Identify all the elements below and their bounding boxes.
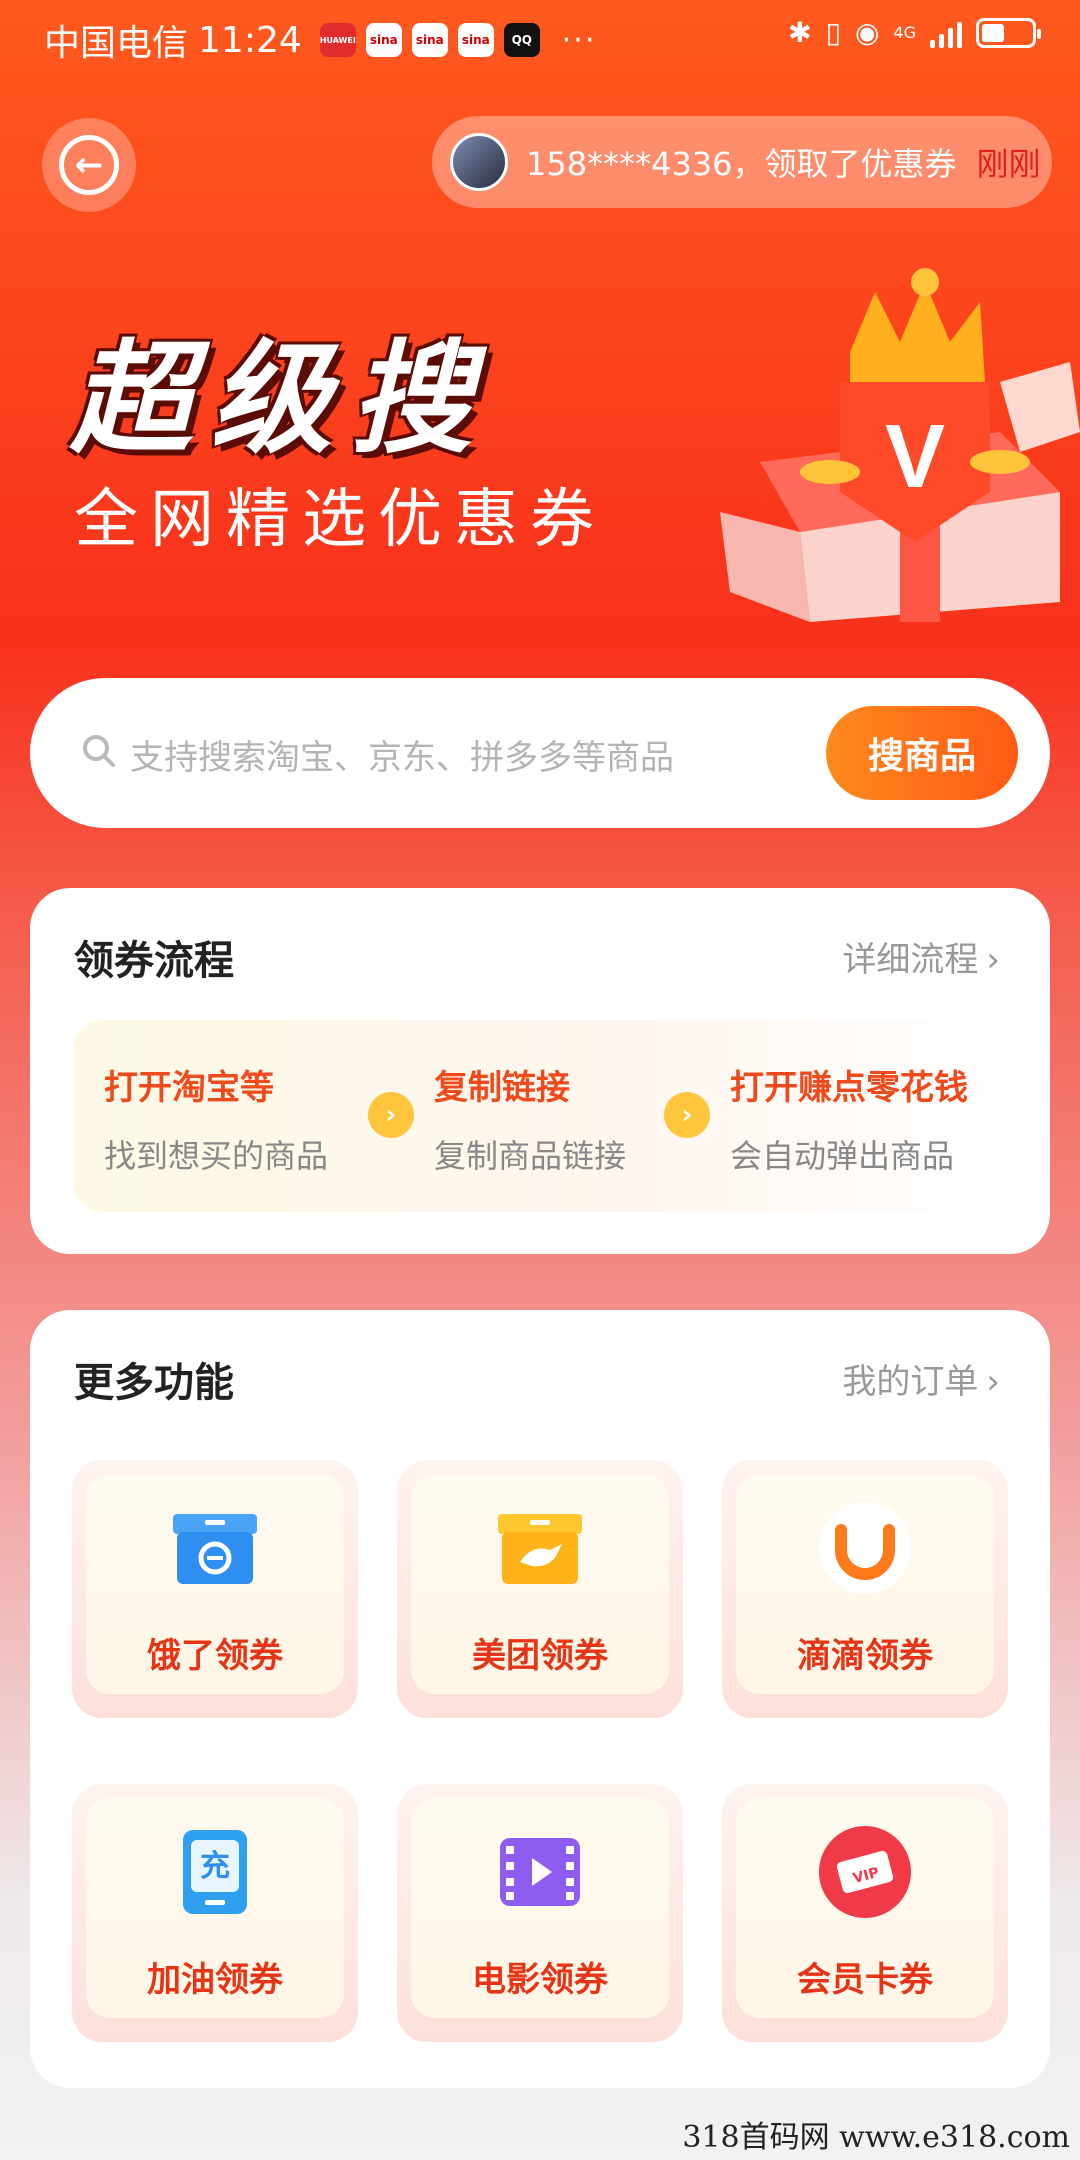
coupon-notice-banner: 158****4336，领取了优惠券 刚刚 bbox=[432, 116, 1052, 208]
chevron-right-icon: › bbox=[986, 940, 1000, 980]
search-bar: 支持搜索淘宝、京东、拼多多等商品 搜商品 bbox=[30, 678, 1050, 828]
feature-label: 饿了领券 bbox=[147, 1636, 283, 1676]
feature-label: 电影领券 bbox=[472, 1960, 608, 2000]
feature-movie-coupon[interactable]: 电影领券 bbox=[397, 1784, 683, 2042]
flow-step-title: 打开淘宝等 bbox=[104, 1068, 274, 1108]
flow-step-desc: 找到想买的商品 bbox=[104, 1137, 329, 1175]
arrow-right-icon: › bbox=[664, 1092, 710, 1138]
flow-step-desc: 会自动弹出商品 bbox=[730, 1137, 955, 1175]
battery-icon bbox=[976, 17, 1041, 48]
flow-step-title: 复制链接 bbox=[434, 1068, 570, 1108]
feature-label: 美团领券 bbox=[472, 1636, 608, 1676]
recharge-icon: 充 bbox=[183, 1830, 247, 1914]
flow-steps: 打开淘宝等 找到想买的商品 › 复制链接 复制商品链接 › 打开赚点零花钱 会自… bbox=[74, 1020, 1004, 1212]
feature-fuel-coupon[interactable]: 充 加油领券 bbox=[72, 1784, 358, 2042]
flow-card-title: 领券流程 bbox=[72, 928, 234, 986]
flow-step: 复制链接 复制商品链接 bbox=[434, 1060, 626, 1177]
feature-label: 滴滴领券 bbox=[797, 1636, 933, 1676]
feature-meituan-coupon[interactable]: 美团领券 bbox=[397, 1460, 683, 1718]
back-button[interactable]: ← bbox=[42, 118, 136, 212]
coupon-flow-card: 领券流程 详细流程 › 打开淘宝等 找到想买的商品 › 复制链接 复制商品链接 ›… bbox=[30, 888, 1050, 1254]
hero-subtitle: 全网精选优惠券 bbox=[74, 483, 606, 557]
search-input[interactable]: 支持搜索淘宝、京东、拼多多等商品 bbox=[130, 730, 674, 779]
hero-title: 超级搜 bbox=[70, 328, 490, 470]
avatar bbox=[450, 133, 508, 191]
feature-eleme-coupon[interactable]: 饿了领券 bbox=[72, 1460, 358, 1718]
feature-tile: 美团领券 bbox=[411, 1474, 669, 1694]
feature-vip-card-coupon[interactable]: VIP 会员卡券 bbox=[722, 1784, 1008, 2042]
vibrate-icon: ▯ bbox=[825, 16, 841, 49]
feature-tile: 充 加油领券 bbox=[86, 1798, 344, 2018]
arrow-right-icon: › bbox=[368, 1092, 414, 1138]
status-bar: 中国电信 11:24 HUAWEI sina sina sina QQ ··· … bbox=[0, 0, 1080, 76]
feature-tile: 电影领券 bbox=[411, 1798, 669, 2018]
hotspot-icon: ◉ bbox=[854, 16, 880, 49]
ele-box-icon bbox=[173, 1514, 257, 1584]
flow-step: 打开赚点零花钱 会自动弹出商品 bbox=[730, 1060, 968, 1177]
chevron-right-icon: › bbox=[986, 1362, 1000, 1402]
my-orders-link[interactable]: 我的订单 › bbox=[842, 1354, 1000, 1403]
sina-icon: sina bbox=[365, 23, 402, 57]
status-left: 中国电信 11:24 HUAWEI sina sina sina QQ ··· bbox=[44, 14, 596, 66]
back-arrow-icon: ← bbox=[59, 135, 119, 195]
sina-icon: sina bbox=[457, 23, 494, 57]
gift-box-illustration: V bbox=[720, 268, 1080, 622]
clock: 11:24 bbox=[198, 19, 302, 61]
notice-text: 158****4336，领取了优惠券 bbox=[526, 145, 957, 183]
flow-step: 打开淘宝等 找到想买的商品 bbox=[104, 1060, 328, 1177]
feature-didi-coupon[interactable]: 滴滴领券 bbox=[722, 1460, 1008, 1718]
carrier-label: 中国电信 bbox=[44, 23, 189, 64]
meituan-kangaroo-icon bbox=[498, 1514, 582, 1584]
watermark: 318首码网 www.e318.com bbox=[682, 2120, 1070, 2155]
signal-icon bbox=[930, 18, 962, 48]
notice-time-tag: 刚刚 bbox=[976, 145, 1041, 183]
didi-icon bbox=[819, 1502, 911, 1594]
notification-icons: HUAWEI sina sina sina QQ bbox=[320, 23, 540, 57]
more-notifications-icon: ··· bbox=[561, 22, 597, 58]
bluetooth-icon: ✱ bbox=[788, 16, 812, 49]
more-features-card: 更多功能 我的订单 › 饿了领券 美团领券 滴滴领券 充 加油领券 电影领券 V… bbox=[30, 1310, 1050, 2088]
features-card-title: 更多功能 bbox=[72, 1350, 234, 1408]
huawei-icon: HUAWEI bbox=[320, 23, 356, 57]
feature-tile: 滴滴领券 bbox=[736, 1474, 994, 1694]
sina-icon: sina bbox=[411, 23, 448, 57]
feature-label: 加油领券 bbox=[147, 1960, 283, 2000]
vip-ticket-icon: VIP bbox=[819, 1826, 911, 1918]
film-icon bbox=[500, 1838, 580, 1906]
feature-label: 会员卡券 bbox=[797, 1960, 933, 2000]
network-type-label: 4G bbox=[893, 23, 916, 42]
search-icon bbox=[83, 735, 115, 767]
qq-icon: QQ bbox=[503, 23, 540, 57]
status-right: ✱ ▯ ◉ 4G bbox=[788, 16, 1041, 49]
flow-step-desc: 复制商品链接 bbox=[434, 1137, 627, 1175]
search-goods-button[interactable]: 搜商品 bbox=[826, 706, 1018, 800]
svg-text:充: 充 bbox=[200, 1849, 230, 1884]
feature-tile: VIP 会员卡券 bbox=[736, 1798, 994, 2018]
flow-step-title: 打开赚点零花钱 bbox=[730, 1068, 968, 1108]
feature-tile: 饿了领券 bbox=[86, 1474, 344, 1694]
svg-text:V: V bbox=[885, 407, 945, 507]
detailed-flow-link[interactable]: 详细流程 › bbox=[842, 932, 1000, 981]
